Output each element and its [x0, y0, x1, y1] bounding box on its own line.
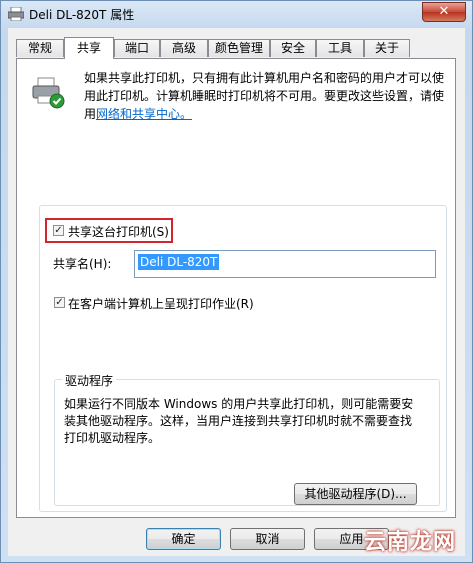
- info-line-1: 如果共享此打印机，只有拥有此计算机用户名和密码的用户才可以使: [84, 71, 445, 85]
- sharing-info: 如果共享此打印机，只有拥有此计算机用户名和密码的用户才可以使 用此打印机。计算机…: [84, 69, 449, 123]
- dialog-client: 常规 共享 端口 高级 颜色管理 安全 工具 关于 如果共享此打印机，只有拥有此…: [8, 28, 465, 556]
- tab-about[interactable]: 关于: [364, 39, 410, 57]
- share-printer-label[interactable]: 共享这台打印机(S): [68, 223, 169, 240]
- sharing-panel: 如果共享此打印机，只有拥有此计算机用户名和密码的用户才可以使 用此打印机。计算机…: [16, 58, 456, 518]
- share-name-label: 共享名(H):: [53, 257, 112, 271]
- site-watermark: 云南龙网: [363, 530, 456, 555]
- tab-sharing[interactable]: 共享: [64, 37, 114, 59]
- tab-advanced[interactable]: 高级: [160, 39, 208, 57]
- info-prefix: 用: [84, 107, 97, 121]
- drivers-line-2: 装其他驱动程序。这样，当用户连接到共享打印机时就不需要查找: [64, 414, 413, 428]
- drivers-line-3: 打印机驱动程序。: [64, 431, 161, 445]
- info-line-2: 用此打印机。计算机睡眠时打印机将不可用。要更改这些设置，请使: [84, 89, 445, 103]
- tab-color-management[interactable]: 颜色管理: [208, 39, 270, 57]
- render-jobs-checkbox[interactable]: ✓: [54, 297, 65, 308]
- tab-general[interactable]: 常规: [16, 39, 64, 57]
- title-bar[interactable]: Deli DL-820T 属性 ✕: [1, 1, 472, 29]
- drivers-title: 驱动程序: [62, 372, 117, 389]
- tab-tools[interactable]: 工具: [316, 39, 364, 57]
- window-title: Deli DL-820T 属性: [29, 8, 135, 22]
- cancel-button[interactable]: 取消: [230, 528, 305, 550]
- share-name-value: Deli DL-820T: [138, 254, 220, 270]
- tab-ports[interactable]: 端口: [114, 39, 160, 57]
- share-name-input[interactable]: Deli DL-820T: [134, 250, 436, 278]
- share-printer-checkbox[interactable]: ✓: [53, 225, 64, 236]
- network-sharing-center-link[interactable]: 网络和共享中心。: [96, 107, 192, 121]
- tab-security[interactable]: 安全: [270, 39, 316, 57]
- render-jobs-label[interactable]: 在客户端计算机上呈现打印作业(R): [68, 295, 254, 312]
- shared-printer-icon: [32, 77, 65, 109]
- info-line-3: 用网络和共享中心。: [84, 105, 449, 123]
- printer-properties-window: Deli DL-820T 属性 ✕ 常规 共享 端口 高级 颜色管理 安全 工具…: [0, 0, 473, 563]
- additional-drivers-button[interactable]: 其他驱动程序(D)...: [294, 483, 417, 505]
- drivers-line-1: 如果运行不同版本 Windows 的用户共享此打印机，则可能需要安: [64, 397, 414, 411]
- drivers-description: 如果运行不同版本 Windows 的用户共享此打印机，则可能需要安 装其他驱动程…: [64, 396, 429, 447]
- printer-icon: [8, 7, 24, 21]
- ok-button[interactable]: 确定: [146, 528, 221, 550]
- close-button[interactable]: ✕: [422, 2, 466, 22]
